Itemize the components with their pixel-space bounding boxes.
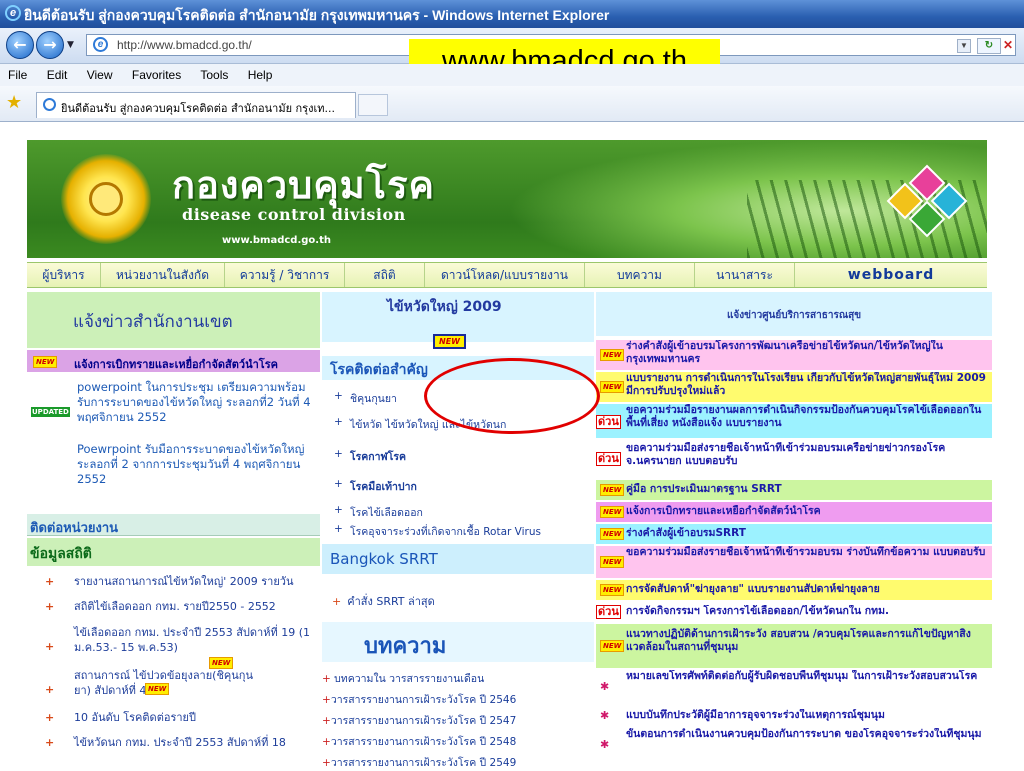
forward-arrow-icon[interactable]: →	[36, 31, 64, 59]
nav-articles[interactable]: บทความ	[585, 263, 695, 287]
stats-heading: ข้อมูลสถิติ	[27, 538, 320, 566]
seal-center	[89, 182, 123, 216]
right-column: แจ้งข่าวศูนย์บริการสาธารณสุข NEW ร่างคำสั…	[596, 292, 992, 768]
bma-seal-logo	[61, 154, 151, 244]
left-news-item[interactable]: Poewrpoint รับมือการระบาดของไข้หวัดใหญ่ …	[77, 442, 317, 487]
flu-2009-heading[interactable]: ไข้หวัดใหญ่ 2009	[387, 296, 502, 318]
site-url: www.bmadcd.go.th	[222, 235, 331, 246]
menu-bar: File Edit View Favorites Tools Help	[0, 64, 1024, 86]
tab-page-icon	[43, 98, 56, 111]
news-item[interactable]: NEW คู่มือ การประเมินมาตรฐาน SRRT	[596, 480, 992, 500]
news-item[interactable]: NEW ร่างคำสั่งผู้เข้าอบรมSRRT	[596, 524, 992, 544]
new-tab-button[interactable]	[358, 94, 388, 116]
site-title-english: disease control division	[182, 205, 406, 224]
new-badge-icon: NEW	[433, 334, 466, 349]
district-news-heading: แจ้งข่าวสำนักงานเขต	[27, 292, 320, 348]
new-badge-icon: NEW	[600, 349, 625, 361]
news-item[interactable]: ✱ หมายเลขโทรศัพท์ติดต่อกับผู้รับผิดชอบพื้…	[596, 670, 992, 704]
urgent-badge-icon: ด่วน	[596, 452, 621, 466]
nav-webboard[interactable]: webboard	[795, 263, 987, 287]
annotation-circle	[424, 358, 600, 434]
browser-tab[interactable]: ยินดีต้อนรับ สู่กองควบคุมโรคติดต่อ สำนัก…	[36, 92, 356, 118]
main-nav: ผู้บริหาร หน่วยงานในสังกัด ความรู้ / วิช…	[27, 262, 987, 288]
article-item[interactable]: +วารสารรายงานการเฝ้าระวังโรค ปี 2549	[322, 754, 516, 771]
news-item[interactable]: ด่วน ขอความร่วมมือส่งรายชื่อเจ้าหน้าที่เข…	[596, 442, 992, 476]
site-banner: กองควบคุมโรค disease control division ww…	[27, 140, 987, 258]
new-badge-icon: NEW	[600, 556, 625, 568]
left-column: แจ้งข่าวสำนักงานเขต NEW แจ้งการเบิกทรายแ…	[27, 292, 320, 768]
plus-icon: +	[45, 600, 55, 613]
left-news-top-text[interactable]: แจ้งการเบิกทรายและเหยื่อกำจัดสัตว์นำโรค	[74, 355, 278, 373]
srrt-item[interactable]: + คำสั่ง SRRT ล่าสุด	[332, 592, 435, 610]
nav-units[interactable]: หน่วยงานในสังกัด	[101, 263, 225, 287]
news-item[interactable]: NEW ขอความร่วมมือส่งรายชื่อเจ้าหน้าที่เข้…	[596, 546, 992, 578]
new-badge-icon: NEW	[145, 683, 170, 695]
ie-logo-icon: e	[5, 5, 21, 21]
new-badge-icon: NEW	[600, 506, 625, 518]
plus-icon: +	[45, 736, 55, 749]
tab-title: ยินดีต้อนรับ สู่กองควบคุมโรคติดต่อ สำนัก…	[61, 102, 335, 115]
news-item[interactable]: NEW แนวทางปฏิบัติด้านการเฝ้าระวัง สอบสวน …	[596, 624, 992, 668]
urgent-badge-icon: ด่วน	[596, 415, 621, 429]
window-title: ยินดีต้อนรับ สู่กองควบคุมโรคติดต่อ สำนัก…	[24, 7, 610, 23]
news-item[interactable]: NEW แบบรายงาน การดำเนินการในโรงเรียน เกี่…	[596, 372, 992, 402]
menu-tools[interactable]: Tools	[200, 68, 228, 82]
news-item[interactable]: ✱ แบบบันทึกประวัติผู้มีอาการอุจจาระร่วงใน…	[596, 706, 992, 726]
back-arrow-icon[interactable]: ←	[6, 31, 34, 59]
contact-heading[interactable]: ติดต่อหน่วยงาน	[27, 514, 320, 536]
new-badge-icon: NEW	[600, 584, 625, 596]
news-item[interactable]: ✱ ขั้นตอนการดำเนินงานควบคุมป้องกันการระบา…	[596, 728, 992, 766]
plus-icon: +	[45, 575, 55, 588]
nav-executives[interactable]: ผู้บริหาร	[27, 263, 101, 287]
new-badge-icon: NEW	[600, 528, 625, 540]
star-icon: ✱	[600, 738, 610, 751]
new-badge-icon: NEW	[33, 356, 58, 368]
diamond-logo-icon	[886, 164, 968, 238]
address-url[interactable]: http://www.bmadcd.go.th/	[117, 38, 252, 52]
menu-view[interactable]: View	[87, 68, 113, 82]
menu-help[interactable]: Help	[248, 68, 273, 82]
star-icon: ✱	[600, 709, 610, 722]
article-item[interactable]: + บทความใน วารสารรายงานเดือน	[322, 670, 484, 687]
news-item[interactable]: ด่วน การจัดกิจกรรมฯ โครงการไข้เลือดออก/ไข…	[596, 602, 992, 622]
history-dropdown-icon[interactable]: ▼	[67, 40, 74, 50]
new-badge-icon: NEW	[600, 484, 625, 496]
new-badge-icon: NEW	[600, 640, 625, 652]
tab-bar: ★ ยินดีต้อนรับ สู่กองควบคุมโรคติดต่อ สำน…	[0, 86, 1024, 122]
article-item[interactable]: +วารสารรายงานการเฝ้าระวังโรค ปี 2547	[322, 712, 516, 729]
window-title-bar: e ยินดีต้อนรับ สู่กองควบคุมโรคติดต่อ สำน…	[0, 0, 1024, 28]
menu-file[interactable]: File	[8, 68, 27, 82]
nav-misc[interactable]: นานาสาระ	[695, 263, 795, 287]
news-item[interactable]: NEW การจัดสัปดาห์"ฆ่ายุงลาย" แบบรายงานสัป…	[596, 580, 992, 600]
nav-statistics[interactable]: สถิติ	[345, 263, 425, 287]
star-icon: ✱	[600, 680, 610, 693]
health-center-news-heading: แจ้งข่าวศูนย์บริการสาธารณสุข	[596, 292, 992, 336]
plus-icon: +	[45, 711, 55, 724]
stop-icon[interactable]: ✕	[1003, 38, 1017, 54]
plus-icon: +	[45, 640, 55, 653]
news-item[interactable]: NEW แจ้งการเบิกทรายและเหยื่อกำจัดสัตว์นำโ…	[596, 502, 992, 522]
menu-favorites[interactable]: Favorites	[132, 68, 181, 82]
news-item[interactable]: NEW ร่างคำสั่งผู้เข้าอบรมโครงการพัฒนาเครื…	[596, 340, 992, 370]
page-icon: e	[93, 37, 108, 52]
news-item[interactable]: ด่วน ขอความร่วมมือรายงานผลการดำเนินกิจกรร…	[596, 404, 992, 438]
articles-heading: บทความ	[322, 622, 594, 662]
new-badge-icon: NEW	[600, 381, 625, 393]
star-icon[interactable]: ★	[6, 92, 22, 113]
menu-edit[interactable]: Edit	[47, 68, 68, 82]
article-item[interactable]: +วารสารรายงานการเฝ้าระวังโรค ปี 2548	[322, 733, 516, 750]
left-news-top-item[interactable]: NEW แจ้งการเบิกทรายและเหยื่อกำจัดสัตว์นำ…	[27, 350, 320, 372]
web-page: กองควบคุมโรค disease control division ww…	[0, 122, 1024, 771]
refresh-icon[interactable]: ↻	[977, 38, 1001, 54]
updated-badge-icon: UPDATED	[31, 407, 70, 417]
srrt-heading: Bangkok SRRT	[322, 544, 594, 574]
address-dropdown-icon[interactable]: ▼	[957, 39, 971, 53]
article-item[interactable]: +วารสารรายงานการเฝ้าระวังโรค ปี 2546	[322, 691, 516, 708]
urgent-badge-icon: ด่วน	[596, 605, 621, 619]
plus-icon: +	[45, 683, 55, 696]
left-news-item[interactable]: powerpoint ในการประชุม เตรียมความพร้อมรั…	[77, 380, 313, 425]
nav-download[interactable]: ดาวน์โหลด/แบบรายงาน	[425, 263, 585, 287]
nav-knowledge[interactable]: ความรู้ / วิชาการ	[225, 263, 345, 287]
